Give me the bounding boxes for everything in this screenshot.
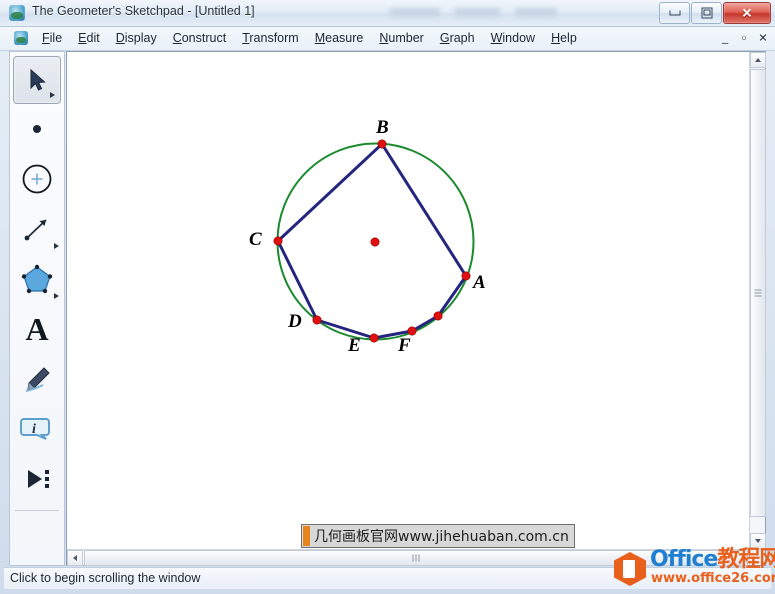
tool-palette: A i (9, 51, 65, 566)
title-bar: The Geometer's Sketchpad - [Untitled 1] … (0, 0, 775, 27)
menu-item-graph[interactable]: Graph (432, 27, 483, 48)
sketchpad-globe-icon (9, 5, 25, 21)
marker-tool[interactable] (10, 354, 64, 404)
menu-item-edit[interactable]: Edit (70, 27, 108, 48)
circle-icon (10, 154, 64, 204)
sketch-point-unlabeled[interactable] (433, 311, 443, 321)
sketch-point-E[interactable] (369, 333, 379, 343)
menu-item-file[interactable]: File (34, 27, 70, 48)
menu-item-display[interactable]: Display (108, 27, 165, 48)
svg-text:i: i (32, 422, 36, 437)
text-a-icon: A (25, 311, 49, 347)
title-ghost-text (515, 8, 557, 16)
polygon-tool[interactable] (10, 254, 64, 304)
point-icon (10, 104, 64, 154)
window-title: The Geometer's Sketchpad - [Untitled 1] (32, 4, 255, 18)
sketch-point-B[interactable] (377, 139, 387, 149)
mdi-restore-icon: ▫ (742, 32, 746, 45)
sketch-circle-center-point[interactable] (370, 237, 380, 247)
scroll-left-button[interactable] (67, 550, 83, 566)
office-brand-cn: 教程网 (717, 547, 775, 572)
point-label-A[interactable]: A (473, 273, 486, 292)
toolbar-divider (15, 510, 59, 511)
information-tool[interactable]: i (10, 404, 64, 454)
title-ghost-text (390, 8, 440, 16)
menu-item-construct[interactable]: Construct (165, 27, 235, 48)
mdi-minimize-button[interactable]: _ (716, 30, 734, 48)
maximize-button[interactable] (691, 2, 722, 24)
arrow-tool-flyout-icon[interactable] (50, 92, 55, 98)
scroll-up-button[interactable] (750, 52, 766, 68)
document-icon[interactable] (14, 31, 28, 45)
point-tool[interactable] (10, 104, 64, 154)
watermark-text: 几何画板官网www.jihehuaban.com.cn (314, 529, 569, 545)
custom-tool[interactable] (10, 454, 64, 504)
mdi-window-controls: _ ▫ ✕ (715, 30, 772, 47)
minimize-button[interactable] (659, 2, 690, 24)
point-label-D[interactable]: D (288, 312, 302, 331)
sketch-point-D[interactable] (312, 315, 322, 325)
mdi-restore-button[interactable]: ▫ (735, 30, 753, 48)
vertical-scroll-thumb[interactable] (750, 69, 766, 517)
sketch-drawing (273, 139, 475, 343)
play-dots-icon (10, 454, 64, 504)
close-icon: ✕ (741, 5, 753, 21)
straightedge-tool-flyout-icon[interactable] (54, 243, 59, 249)
pen-icon (10, 354, 64, 404)
mdi-minimize-icon: _ (721, 32, 729, 45)
menu-item-window[interactable]: Window (483, 27, 543, 48)
info-balloon-icon: i (10, 404, 64, 454)
sketch-point-C[interactable] (273, 236, 283, 246)
point-label-B[interactable]: B (376, 118, 389, 137)
watermark-bar-icon (303, 526, 310, 546)
sketchpad-window: The Geometer's Sketchpad - [Untitled 1] … (0, 0, 775, 594)
office-logo-icon (614, 552, 646, 586)
scroll-grip-icon (754, 289, 762, 297)
point-label-E[interactable]: E (348, 336, 361, 355)
straightedge-tool[interactable] (10, 204, 64, 254)
point-label-F[interactable]: F (398, 336, 411, 355)
menu-item-list: File Edit Display Construct Transform Measure… (34, 27, 585, 50)
menu-item-measure[interactable]: Measure (307, 27, 372, 48)
menu-item-transform[interactable]: Transform (234, 27, 307, 48)
sketch-point-F[interactable] (407, 326, 417, 336)
sketch-watermark: 几何画板官网www.jihehuaban.com.cn (301, 524, 575, 548)
menu-bar: File Edit Display Construct Transform Measure… (0, 27, 775, 51)
sketch-window: A B C D E F 几何画板官网www.jihehuaban.com.cn (66, 51, 766, 566)
text-tool[interactable]: A (10, 304, 64, 354)
office-brand-latin: Office (650, 547, 718, 572)
office-watermark: Office教程网 www.office26.com (612, 546, 775, 590)
scroll-grip-icon (412, 554, 420, 562)
office-watermark-brand: Office教程网 (650, 549, 775, 571)
arrow-tool[interactable] (13, 56, 61, 104)
polygon-tool-flyout-icon[interactable] (54, 293, 59, 299)
close-button[interactable]: ✕ (723, 2, 771, 24)
menu-item-number[interactable]: Number (371, 27, 431, 48)
workspace: A i A B C D E F 几何画板官网www.jihehuaban.com… (4, 51, 771, 566)
sketch-canvas[interactable]: A B C D E F 几何画板官网www.jihehuaban.com.cn (67, 52, 749, 549)
status-message: Click to begin scrolling the window (10, 571, 201, 585)
point-label-C[interactable]: C (249, 230, 262, 249)
vertical-scrollbar[interactable] (749, 52, 766, 549)
menu-item-help[interactable]: Help (543, 27, 585, 48)
sketch-point-A[interactable] (461, 271, 471, 281)
office-watermark-url: www.office26.com (651, 571, 775, 586)
mdi-close-icon: ✕ (758, 32, 768, 45)
compass-tool[interactable] (10, 154, 64, 204)
window-controls: ✕ (658, 2, 771, 24)
mdi-close-button[interactable]: ✕ (754, 30, 772, 48)
title-ghost-text (455, 8, 500, 16)
